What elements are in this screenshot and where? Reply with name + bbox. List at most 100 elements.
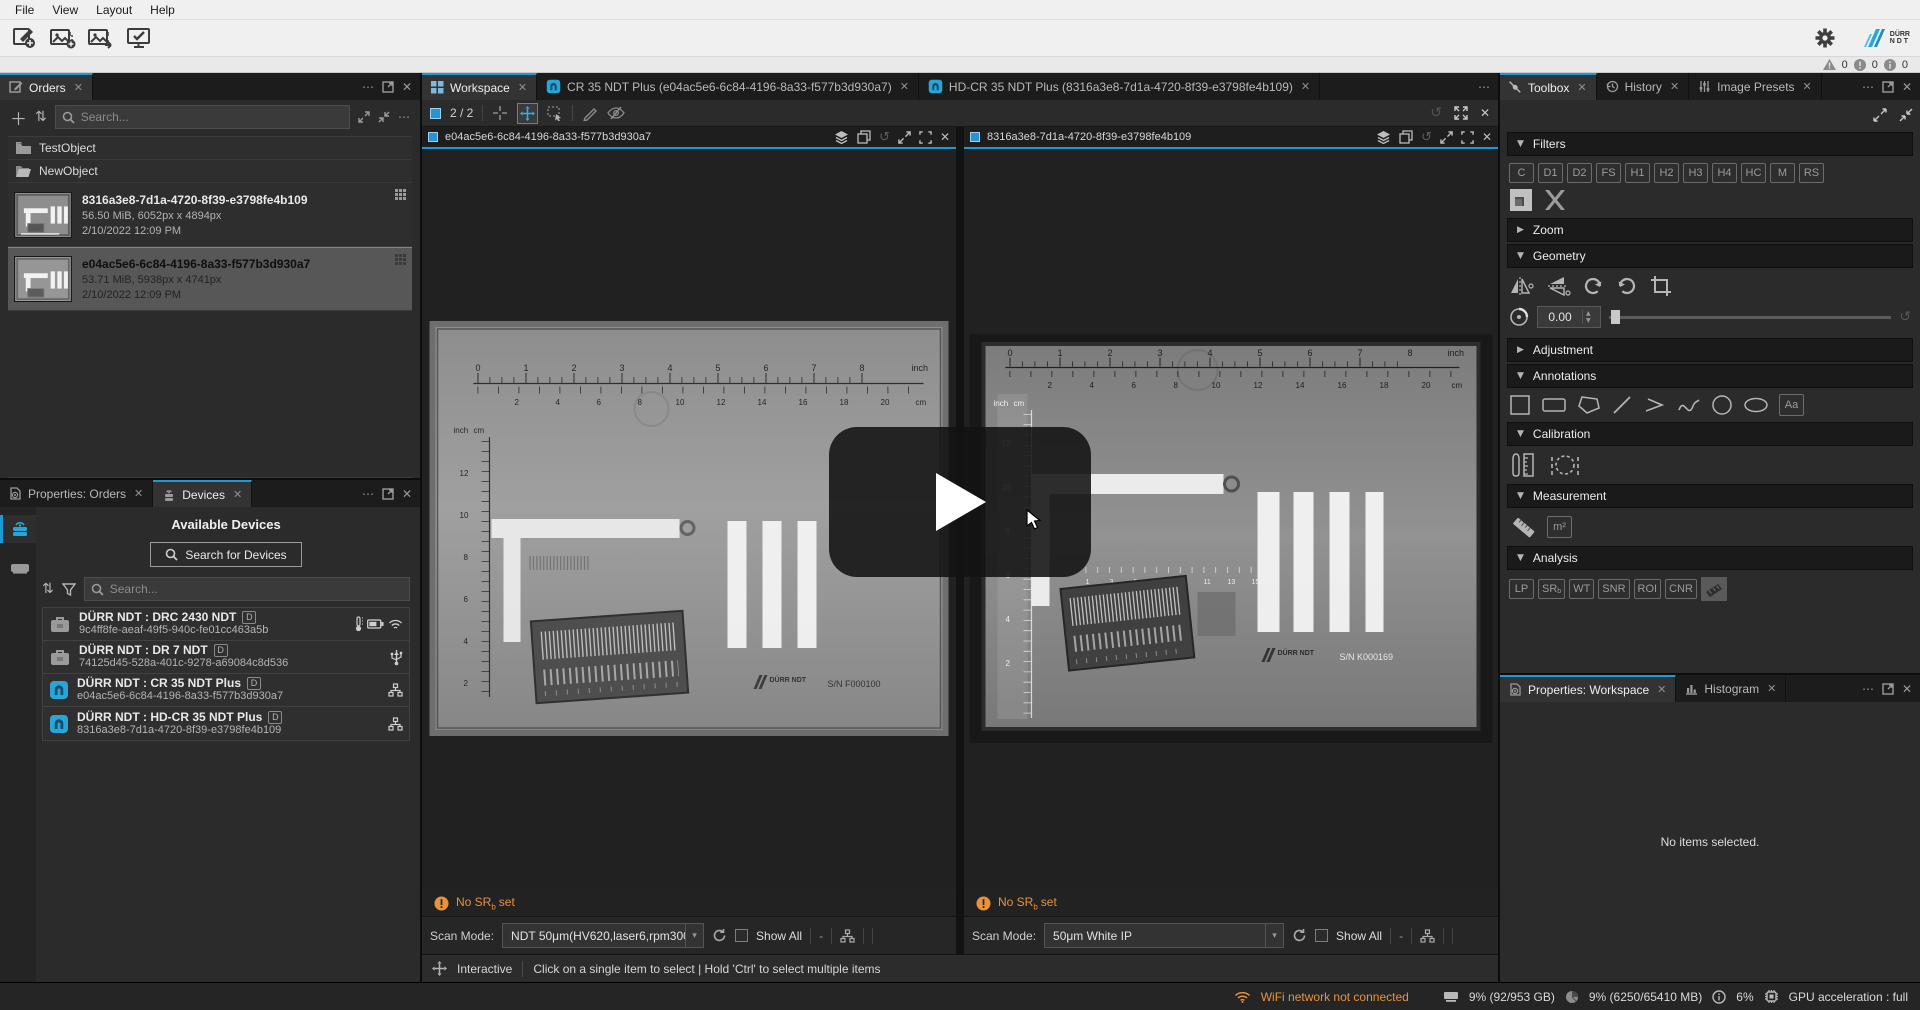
menu-help[interactable]: Help (141, 3, 184, 17)
close-hdcr35-tab-icon[interactable]: ✕ (1301, 80, 1310, 93)
analysis-chip-srb[interactable]: SRb (1538, 579, 1565, 599)
scan-mode-dropdown[interactable]: NDT 50μm(HV620,laser6,rpm3000) ▾ (502, 923, 704, 948)
disk-usage-text[interactable]: 9% (92/953 GB) (1469, 990, 1555, 1004)
menu-layout[interactable]: Layout (87, 3, 141, 17)
copy-view-icon[interactable] (857, 130, 871, 144)
expand-all-icon[interactable] (358, 111, 370, 123)
layers-icon[interactable] (834, 130, 849, 144)
order-image-row[interactable]: 8316a3e8-7d1a-4720-8f39-e3798fe4b109 56.… (8, 183, 412, 247)
refresh-icon[interactable] (712, 928, 727, 943)
tab-cr35[interactable]: CR 35 NDT Plus (e04ac5e6-6c84-4196-8a33-… (537, 73, 919, 100)
close-history-tab-icon[interactable]: ✕ (1670, 80, 1679, 93)
orders-menu-icon[interactable]: ⋯ (362, 80, 374, 94)
scan-mode-dropdown[interactable]: 50μm White IP ▾ (1044, 923, 1284, 948)
tab-properties-workspace[interactable]: Properties: Workspace ✕ (1500, 675, 1676, 702)
toolbox-popout-icon[interactable] (1882, 81, 1894, 93)
rotate-view-icon[interactable]: ↺ (879, 130, 890, 145)
filter-chip[interactable]: D2 (1567, 163, 1592, 183)
section-calibration[interactable]: ▼Calibration (1507, 422, 1913, 446)
close-devices-tab-icon[interactable]: ✕ (233, 488, 242, 501)
tab-toolbox[interactable]: Toolbox ✕ (1500, 73, 1597, 100)
line-annotation-icon[interactable] (1611, 394, 1633, 416)
device-row[interactable]: DÜRR NDT : CR 35 NDT PlusD e04ac5e6-6c84… (43, 674, 409, 707)
tab-orders[interactable]: Orders ✕ (0, 73, 93, 100)
length-calibration-icon[interactable] (1509, 452, 1539, 478)
fullscreen-icon[interactable] (1454, 106, 1468, 120)
add-order-icon[interactable]: ＋ (10, 105, 27, 130)
video-play-overlay[interactable] (829, 427, 1091, 577)
square-annotation-icon[interactable] (1509, 394, 1531, 416)
device-row[interactable]: DÜRR NDT : DRC 2430 NDTD 9c4ff8fe-aeaf-4… (43, 608, 409, 641)
step-wedge-icon[interactable] (1701, 577, 1727, 601)
orders-popout-icon[interactable] (382, 81, 394, 93)
fit-view-icon[interactable] (919, 131, 932, 144)
maximize-view-icon[interactable] (898, 131, 911, 144)
devices-close-panel-icon[interactable]: ✕ (402, 487, 412, 501)
orders-search-input[interactable] (81, 110, 343, 124)
folder-row-testobject[interactable]: TestObject (8, 137, 412, 160)
section-zoom[interactable]: ▶Zoom (1507, 218, 1913, 242)
filter-chip[interactable]: HC (1741, 163, 1766, 183)
close-cr35-tab-icon[interactable]: ✕ (900, 80, 909, 93)
section-adjustment[interactable]: ▶Adjustment (1507, 338, 1913, 362)
filter-chip[interactable]: H4 (1712, 163, 1737, 183)
viewer-select-icon[interactable] (428, 132, 438, 142)
analysis-chip-lp[interactable]: LP (1509, 579, 1534, 599)
ruler-measure-icon[interactable] (1509, 514, 1537, 540)
area-measure-tool[interactable]: m² (1547, 516, 1572, 538)
tab-histogram[interactable]: Histogram ✕ (1676, 675, 1786, 702)
menu-file[interactable]: File (6, 3, 43, 17)
grid-icon[interactable] (395, 254, 406, 265)
polygon-annotation-icon[interactable] (1577, 394, 1601, 416)
refresh-icon[interactable] (1292, 928, 1307, 943)
deconvolution-icon[interactable] (1543, 188, 1567, 212)
section-measurement[interactable]: ▼Measurement (1507, 484, 1913, 508)
info-circle-icon[interactable] (1884, 59, 1896, 71)
close-image-presets-tab-icon[interactable]: ✕ (1803, 80, 1812, 93)
reset-rotation-icon[interactable]: ↺ (1899, 309, 1911, 325)
marquee-select-icon[interactable] (547, 106, 563, 121)
analysis-chip-snr[interactable]: SNR (1598, 579, 1629, 599)
crosshair-tool-icon[interactable] (492, 105, 508, 121)
filter-chip[interactable]: H1 (1625, 163, 1650, 183)
close-workspace-tab-icon[interactable]: ✕ (518, 81, 527, 94)
section-filters[interactable]: ▼Filters (1507, 132, 1913, 156)
tab-devices[interactable]: Devices ✕ (153, 480, 252, 507)
layout-select-icon[interactable] (430, 108, 441, 119)
filter-devices-icon[interactable] (62, 583, 76, 596)
analysis-chip-wt[interactable]: WT (1569, 579, 1594, 599)
workspace-tabs-more-icon[interactable]: ⋯ (1478, 80, 1490, 94)
section-geometry[interactable]: ▼Geometry (1507, 244, 1913, 268)
flip-vertical-icon[interactable] (1545, 274, 1571, 298)
properties-menu-icon[interactable]: ⋯ (1862, 682, 1874, 696)
hide-annotations-icon[interactable] (607, 106, 625, 120)
new-order-button[interactable] (10, 25, 40, 51)
wifi-status-text[interactable]: WiFi network not connected (1261, 990, 1409, 1004)
circle-calibration-icon[interactable] (1549, 452, 1581, 478)
annotate-pen-icon[interactable] (582, 106, 598, 121)
text-annotation-tool[interactable]: Aa (1779, 394, 1804, 416)
analysis-chip-cnr[interactable]: CNR (1665, 579, 1697, 599)
reset-view-icon[interactable]: ↺ (1430, 105, 1442, 121)
rectangle-annotation-icon[interactable] (1541, 394, 1567, 416)
flip-horizontal-icon[interactable] (1509, 274, 1535, 298)
filter-chip[interactable]: D1 (1538, 163, 1563, 183)
maximize-view-icon[interactable] (1440, 131, 1453, 144)
close-properties-orders-tab-icon[interactable]: ✕ (134, 487, 143, 500)
rail-flat-devices-icon[interactable] (0, 557, 36, 579)
show-all-checkbox[interactable] (735, 929, 748, 942)
devices-menu-icon[interactable]: ⋯ (362, 487, 374, 501)
settings-gear-icon[interactable] (1810, 25, 1840, 51)
crop-icon[interactable] (1649, 274, 1673, 298)
orders-toolbar-more-icon[interactable]: ⋯ (398, 110, 410, 124)
rotation-slider[interactable] (1609, 309, 1891, 325)
folder-row-newobject[interactable]: NewObject (8, 160, 412, 183)
section-analysis[interactable]: ▼Analysis (1507, 546, 1913, 570)
close-histogram-tab-icon[interactable]: ✕ (1767, 682, 1776, 695)
import-image-button[interactable] (48, 25, 78, 51)
network-icon[interactable] (1420, 929, 1435, 943)
acquire-monitor-button[interactable] (124, 25, 154, 51)
tab-hdcr35[interactable]: HD-CR 35 NDT Plus (8316a3e8-7d1a-4720-8f… (919, 73, 1320, 100)
filter-chip[interactable]: FS (1596, 163, 1621, 183)
rotate-cw-icon[interactable] (1581, 274, 1605, 298)
